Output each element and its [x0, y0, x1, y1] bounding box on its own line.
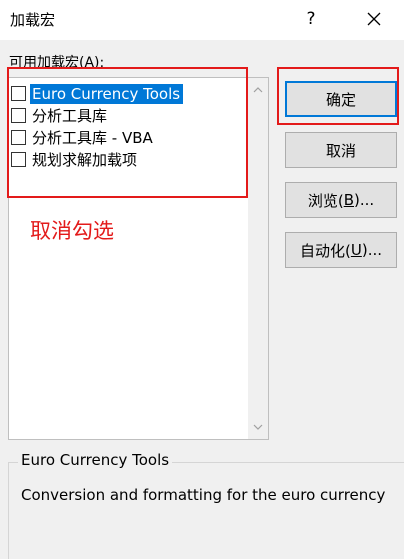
close-button[interactable] [358, 4, 390, 34]
scroll-up-button[interactable] [248, 80, 268, 100]
annotation-highlight-box [7, 67, 248, 198]
chevron-down-icon [253, 424, 263, 430]
close-icon [367, 12, 381, 26]
ok-button-highlight-box [277, 67, 399, 125]
cancel-button[interactable]: 取消 [285, 132, 397, 168]
help-label: ? [306, 9, 316, 29]
vertical-scrollbar[interactable] [248, 78, 268, 439]
description-title: Euro Currency Tools [18, 451, 173, 469]
window-title: 加载宏 [10, 11, 56, 29]
annotation-text: 取消勾选 [30, 219, 114, 243]
scroll-down-button[interactable] [248, 417, 268, 437]
title-bar: 加载宏 ? [0, 0, 404, 40]
help-button[interactable]: ? [296, 4, 326, 34]
description-text: Conversion and formatting for the euro c… [21, 486, 386, 504]
description-group: Euro Currency Tools Conversion and forma… [8, 451, 404, 559]
automation-button[interactable]: 自动化(U)... [285, 232, 397, 268]
browse-button[interactable]: 浏览(B)... [285, 182, 397, 218]
chevron-up-icon [253, 87, 263, 93]
